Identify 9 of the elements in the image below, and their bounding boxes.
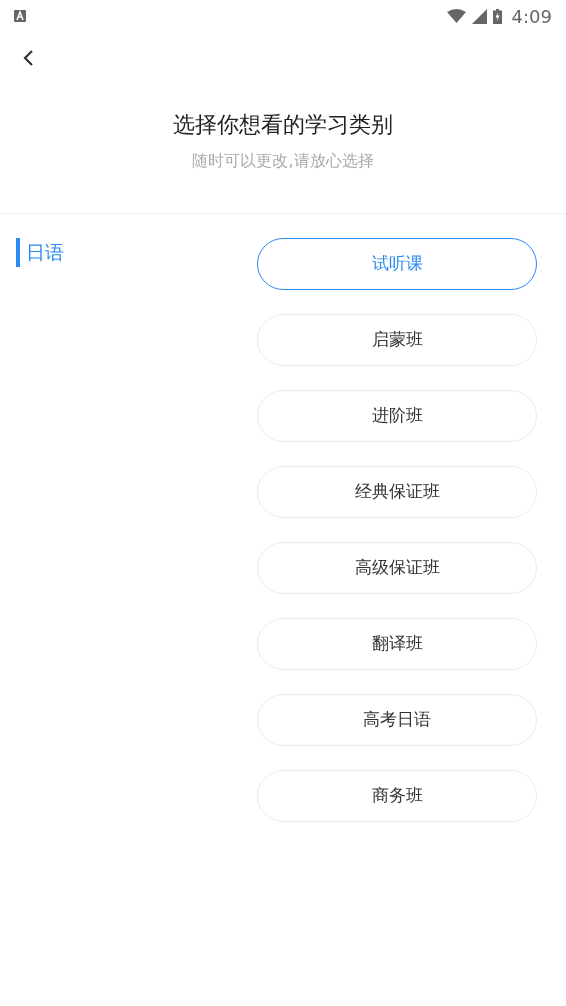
back-icon	[22, 49, 34, 67]
app-notification-icon	[14, 10, 26, 22]
status-time: 4:09	[511, 4, 552, 29]
category-tab[interactable]: 日语	[16, 238, 257, 267]
page-title: 选择你想看的学习类别	[173, 111, 393, 139]
battery-charging-icon	[492, 8, 502, 24]
wifi-icon	[446, 9, 466, 23]
signal-icon	[471, 8, 487, 24]
page-subtitle: 随时可以更改,请放心选择	[192, 150, 374, 172]
